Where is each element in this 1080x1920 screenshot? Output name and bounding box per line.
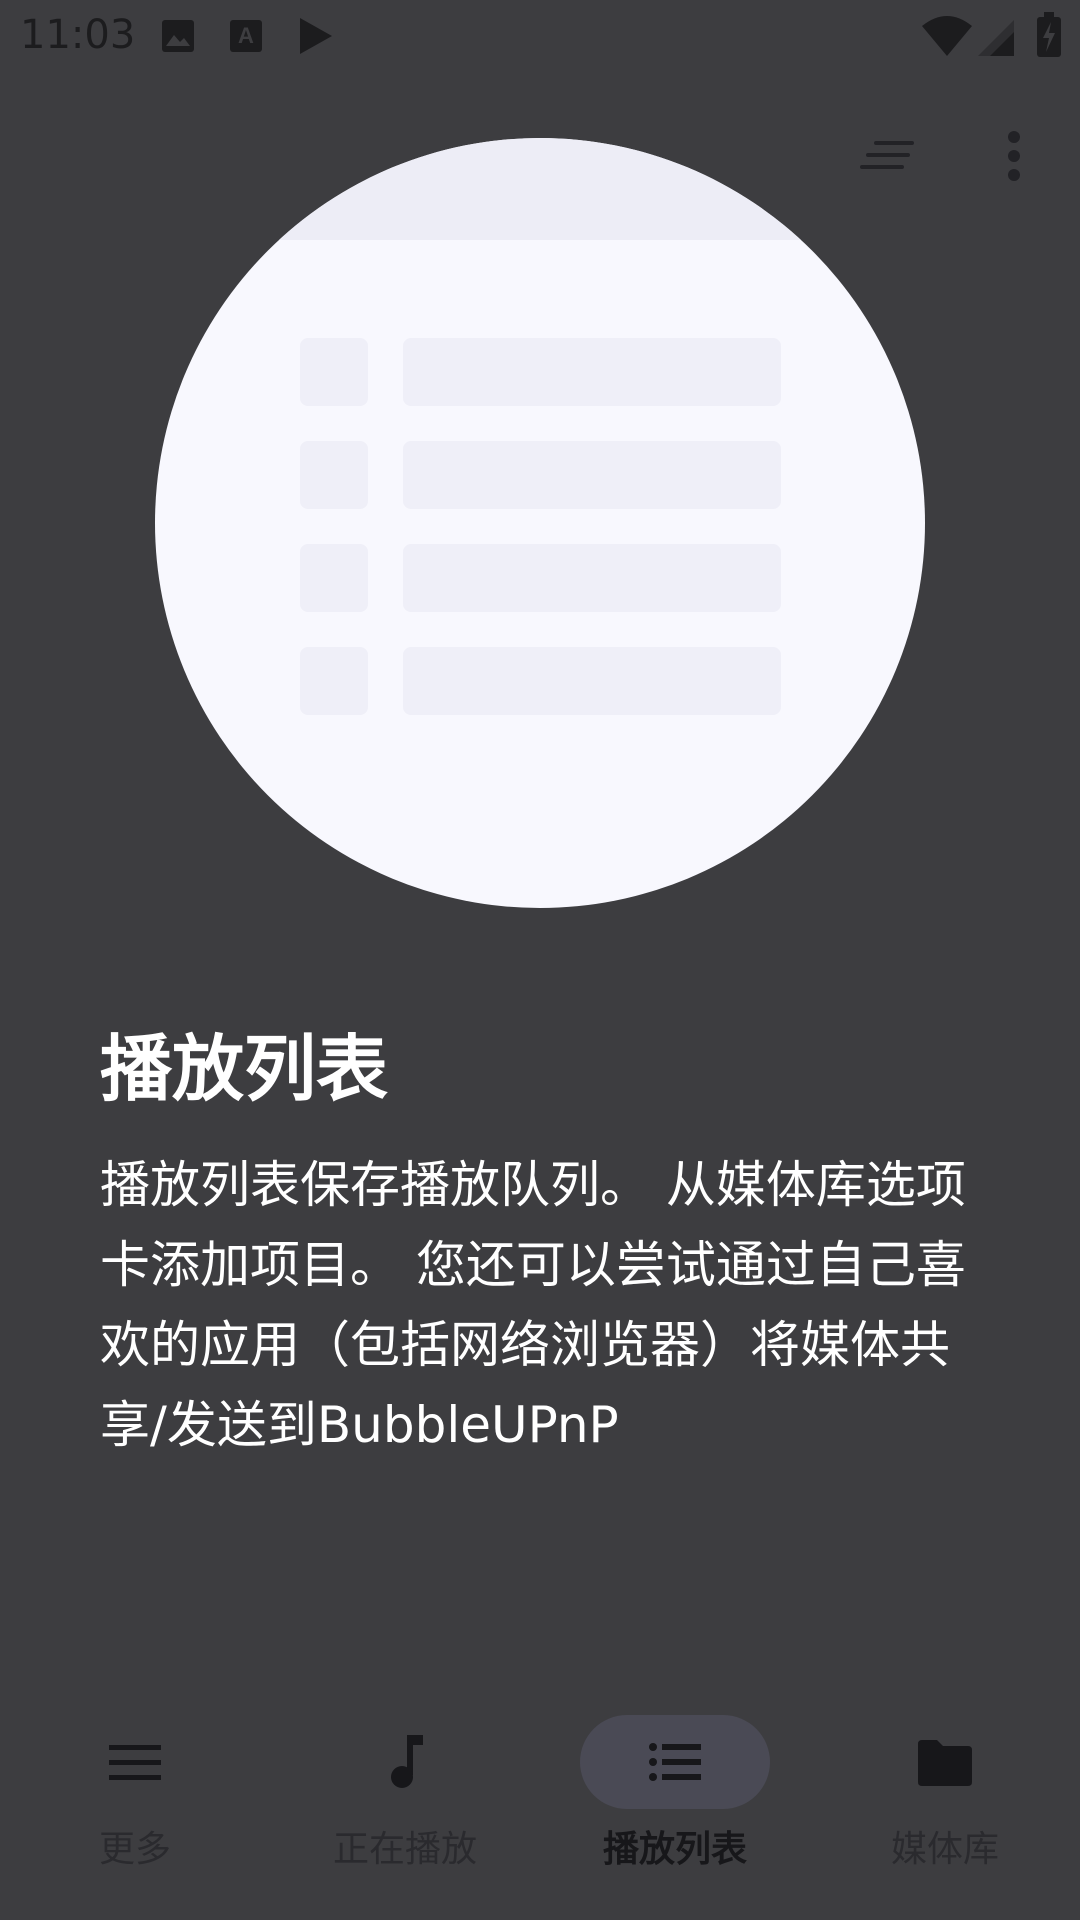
image-icon <box>162 20 194 52</box>
illustration-row-thumb <box>300 441 368 509</box>
empty-state-title: 播放列表 <box>100 1027 389 1111</box>
playlist-illustration <box>155 138 925 908</box>
signal-icon <box>978 20 1014 56</box>
folder-icon <box>918 1740 972 1786</box>
nav-label-library: 媒体库 <box>890 1829 999 1870</box>
illustration-row-bar <box>403 647 781 715</box>
nav-label-now-playing: 正在播放 <box>332 1829 477 1870</box>
illustration-row-bar <box>403 441 781 509</box>
battery-charging-icon <box>1037 12 1061 57</box>
illustration-header <box>155 138 925 240</box>
illustration-row-bar <box>403 544 781 612</box>
svg-text:A: A <box>238 23 254 48</box>
nav-item-library[interactable]: 媒体库 <box>810 1680 1080 1880</box>
music-note-icon <box>391 1735 423 1788</box>
empty-state-description: 播放列表保存播放队列。 从媒体库选项卡添加项目。 您还可以尝试通过自己喜欢的应用… <box>100 1156 966 1454</box>
status-bar: 11:03 A <box>0 0 1080 72</box>
illustration-row-thumb <box>300 338 368 406</box>
nav-item-now-playing[interactable]: 正在播放 <box>270 1680 540 1880</box>
illustration-row-bar <box>403 338 781 406</box>
font-a-icon: A <box>230 20 262 52</box>
nav-label-playlist: 播放列表 <box>602 1829 747 1870</box>
nav-item-playlist[interactable]: 播放列表 <box>540 1680 810 1880</box>
play-icon <box>300 18 332 54</box>
illustration-row-thumb <box>300 544 368 612</box>
bottom-navigation: 更多 正在播放 播放列表 媒体库 <box>0 1680 1080 1920</box>
nav-item-more[interactable]: 更多 <box>0 1680 270 1880</box>
nav-label-more: 更多 <box>98 1829 171 1870</box>
wifi-icon <box>922 16 972 56</box>
illustration-row-thumb <box>300 647 368 715</box>
playlist-screen: 11:03 A 播放列表 播放列表保存播放队列。 从媒体库选项卡添加项目。 您还… <box>0 0 1080 1920</box>
menu-icon <box>109 1745 161 1780</box>
status-time: 11:03 <box>20 12 136 58</box>
playlist-icon <box>649 1743 701 1781</box>
more-vert-icon[interactable] <box>1000 130 1028 182</box>
